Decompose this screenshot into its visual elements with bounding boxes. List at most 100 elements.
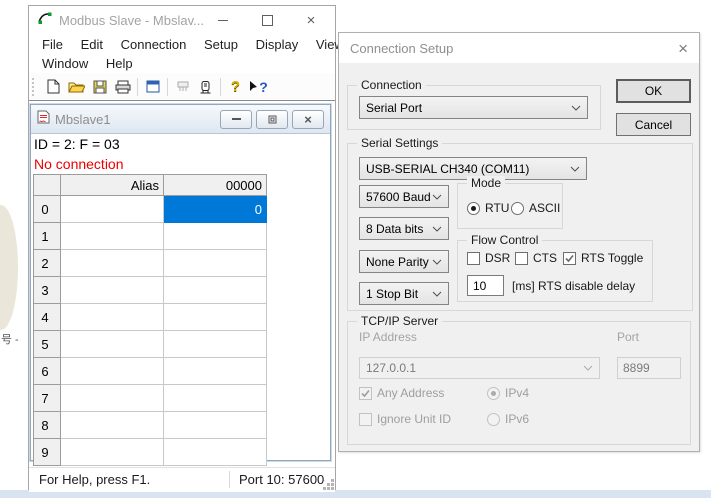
dsr-checkbox[interactable]: DSR bbox=[467, 251, 510, 265]
dialog-titlebar[interactable]: Connection Setup × bbox=[339, 33, 699, 63]
ipv6-radio-label: IPv6 bbox=[505, 412, 529, 426]
child-window-title: Mbslave1 bbox=[55, 112, 216, 127]
checkbox-icon bbox=[515, 252, 528, 265]
chevron-down-icon bbox=[432, 226, 442, 232]
rtu-radio[interactable]: RTU bbox=[467, 201, 509, 215]
maximize-button[interactable] bbox=[245, 6, 289, 34]
restore-icon bbox=[268, 115, 277, 124]
value-cell[interactable] bbox=[164, 439, 267, 466]
slave-id-function: ID = 2: F = 03 bbox=[34, 134, 330, 155]
parity-select[interactable]: None Parity bbox=[359, 250, 449, 273]
radio-icon bbox=[511, 202, 524, 215]
data-bits-select[interactable]: 8 Data bits bbox=[359, 217, 449, 240]
menu-setup[interactable]: Setup bbox=[197, 35, 245, 54]
close-button[interactable]: × bbox=[289, 6, 333, 34]
radio-icon bbox=[467, 202, 480, 215]
rts-delay-value: 10 bbox=[473, 279, 486, 293]
status-message: For Help, press F1. bbox=[39, 468, 150, 491]
child-close-button[interactable]: × bbox=[292, 110, 324, 129]
row-header: 2 bbox=[34, 250, 61, 277]
value-cell[interactable] bbox=[164, 304, 267, 331]
alias-cell[interactable] bbox=[61, 223, 164, 250]
ok-button-label: OK bbox=[645, 84, 662, 98]
checkbox-icon bbox=[467, 252, 480, 265]
connection-group-label: Connection bbox=[357, 78, 426, 92]
minimize-icon bbox=[218, 20, 228, 21]
print-icon bbox=[115, 80, 131, 94]
chevron-down-icon bbox=[570, 166, 580, 172]
ascii-radio[interactable]: ASCII bbox=[511, 201, 560, 215]
chevron-down-icon bbox=[583, 365, 593, 371]
status-divider bbox=[229, 471, 230, 488]
alias-cell[interactable] bbox=[61, 250, 164, 277]
baud-rate-value: 57600 Baud bbox=[366, 190, 431, 204]
communication-traffic-icon bbox=[199, 80, 212, 94]
help-button[interactable]: ? bbox=[224, 76, 247, 97]
print-button[interactable] bbox=[111, 76, 134, 97]
value-cell[interactable] bbox=[164, 331, 267, 358]
menu-file[interactable]: File bbox=[35, 35, 70, 54]
radio-icon bbox=[487, 387, 500, 400]
context-help-button[interactable]: ? bbox=[247, 76, 270, 97]
baud-rate-select[interactable]: 57600 Baud bbox=[359, 185, 449, 208]
minimize-button[interactable] bbox=[201, 6, 245, 34]
toolbar: ? ? bbox=[29, 73, 335, 100]
alias-cell[interactable] bbox=[61, 196, 164, 223]
help-icon: ? bbox=[231, 78, 240, 95]
read-definition-button[interactable] bbox=[171, 76, 194, 97]
alias-cell[interactable] bbox=[61, 304, 164, 331]
child-titlebar[interactable]: Mbslave1 × bbox=[31, 105, 330, 134]
rts-delay-input[interactable]: 10 bbox=[467, 275, 504, 296]
menu-edit[interactable]: Edit bbox=[74, 35, 110, 54]
serial-port-value: USB-SERIAL CH340 (COM11) bbox=[366, 162, 529, 176]
alias-cell[interactable] bbox=[61, 385, 164, 412]
toolbar-gripper[interactable] bbox=[32, 78, 37, 96]
alias-cell[interactable] bbox=[61, 358, 164, 385]
new-file-button[interactable] bbox=[42, 76, 65, 97]
ignore-unit-id-label: Ignore Unit ID bbox=[377, 412, 451, 426]
menu-connection[interactable]: Connection bbox=[114, 35, 194, 54]
value-cell[interactable] bbox=[164, 250, 267, 277]
value-cell[interactable] bbox=[164, 277, 267, 304]
row-header: 7 bbox=[34, 385, 61, 412]
dialog-close-button[interactable]: × bbox=[666, 40, 688, 57]
display-setup-button[interactable] bbox=[141, 76, 164, 97]
ok-button[interactable]: OK bbox=[616, 79, 691, 103]
value-cell-selected[interactable]: 0 bbox=[164, 196, 267, 223]
row-header: 9 bbox=[34, 439, 61, 466]
alias-cell[interactable] bbox=[61, 331, 164, 358]
cts-checkbox[interactable]: CTS bbox=[515, 251, 557, 265]
menu-window[interactable]: Window bbox=[35, 54, 95, 73]
row-header: 8 bbox=[34, 412, 61, 439]
value-column-header: 00000 bbox=[164, 175, 267, 196]
alias-cell[interactable] bbox=[61, 439, 164, 466]
value-cell[interactable] bbox=[164, 358, 267, 385]
connection-setup-dialog: Connection Setup × Connection Serial Por… bbox=[338, 32, 700, 452]
resize-grip[interactable] bbox=[331, 487, 334, 490]
rts-toggle-checkbox[interactable]: RTS Toggle bbox=[563, 251, 643, 265]
stop-bits-select[interactable]: 1 Stop Bit bbox=[359, 282, 449, 305]
value-cell[interactable] bbox=[164, 223, 267, 250]
child-minimize-button[interactable] bbox=[220, 110, 252, 129]
status-bar: For Help, press F1. Port 10: 57600-8 bbox=[29, 467, 335, 492]
cancel-button[interactable]: Cancel bbox=[616, 113, 691, 136]
open-folder-icon bbox=[68, 80, 85, 93]
value-cell[interactable] bbox=[164, 412, 267, 439]
alias-cell[interactable] bbox=[61, 277, 164, 304]
save-button[interactable] bbox=[88, 76, 111, 97]
dsr-checkbox-label: DSR bbox=[485, 251, 510, 265]
communication-button[interactable] bbox=[194, 76, 217, 97]
table-row: 6 bbox=[34, 358, 267, 385]
value-cell[interactable] bbox=[164, 385, 267, 412]
menu-display[interactable]: Display bbox=[249, 35, 306, 54]
toolbar-separator bbox=[220, 78, 221, 96]
menu-help[interactable]: Help bbox=[99, 54, 140, 73]
chevron-down-icon bbox=[432, 259, 442, 265]
child-restore-button[interactable] bbox=[256, 110, 288, 129]
connection-type-select[interactable]: Serial Port bbox=[359, 96, 588, 119]
any-address-label: Any Address bbox=[377, 386, 444, 400]
open-file-button[interactable] bbox=[65, 76, 88, 97]
register-grid: Alias 00000 0 0 1 2 3 bbox=[33, 174, 267, 466]
alias-cell[interactable] bbox=[61, 412, 164, 439]
cts-checkbox-label: CTS bbox=[533, 251, 557, 265]
